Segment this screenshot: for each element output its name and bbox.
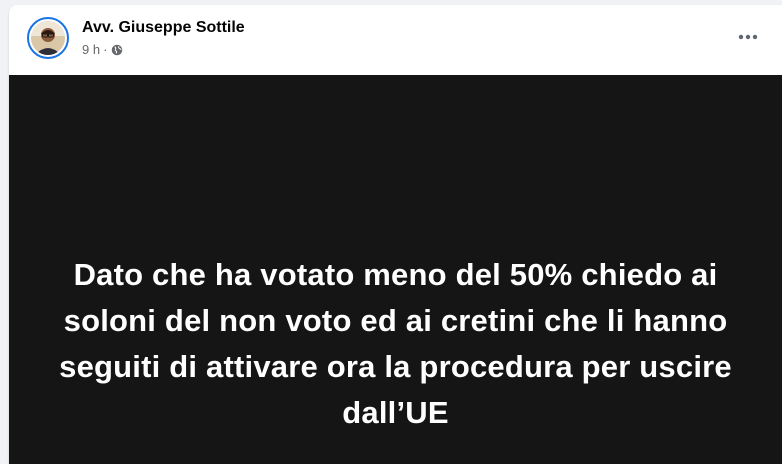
post-meta: 9 h · bbox=[82, 42, 123, 58]
avatar[interactable] bbox=[31, 21, 65, 55]
post-text-background[interactable]: Dato che ha votato meno del 50% chiedo a… bbox=[9, 75, 782, 464]
more-options-button[interactable] bbox=[730, 23, 766, 51]
author-avatar-ring[interactable] bbox=[27, 17, 69, 59]
post-timestamp[interactable]: 9 h bbox=[82, 42, 100, 58]
post-header: Avv. Giuseppe Sottile 9 h · bbox=[9, 5, 782, 75]
globe-icon[interactable] bbox=[111, 44, 123, 56]
more-horizontal-icon bbox=[738, 34, 758, 40]
post-card: Avv. Giuseppe Sottile 9 h · Dato che ha … bbox=[9, 5, 782, 464]
meta-separator: · bbox=[103, 42, 108, 57]
author-name[interactable]: Avv. Giuseppe Sottile bbox=[82, 18, 245, 38]
post-text: Dato che ha votato meno del 50% chiedo a… bbox=[59, 257, 732, 430]
